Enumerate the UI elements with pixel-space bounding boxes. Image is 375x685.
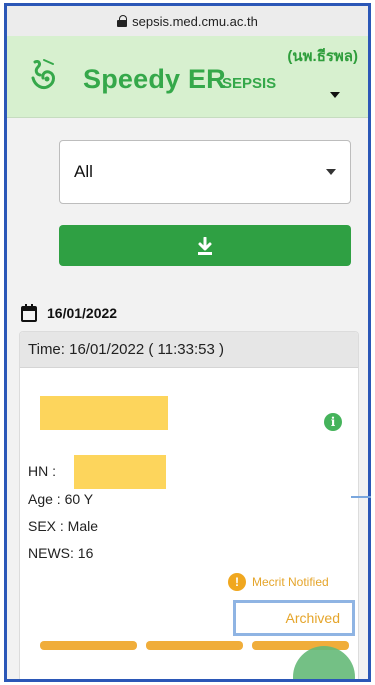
dropdown-caret-icon [326, 169, 336, 175]
archived-status-highlight[interactable]: Archived [233, 600, 355, 636]
age-field: Age : 60 Y [28, 491, 94, 507]
archived-label: Archived [285, 610, 340, 626]
redacted-patient-name [40, 396, 168, 430]
action-bar-2[interactable] [146, 641, 243, 650]
mecrit-status: ! Mecrit Notified [228, 573, 329, 591]
filter-select[interactable]: All [59, 140, 351, 204]
calendar-icon [21, 304, 37, 322]
redacted-hn-value [74, 455, 166, 489]
brand-subtitle: SEPSIS [222, 75, 277, 92]
sex-field: SEX : Male [28, 518, 99, 534]
warning-icon: ! [228, 573, 246, 591]
app-header: (นพ.ธีรพล) Speedy ER SEPSIS [7, 36, 368, 118]
news-field: NEWS: 16 [28, 545, 94, 561]
patient-card[interactable]: Time: 16/01/2022 ( 11:33:53 ) i HN : Age… [19, 331, 359, 679]
card-time: Time: 16/01/2022 ( 11:33:53 ) [28, 341, 224, 358]
highlight-pointer-line [351, 496, 371, 498]
download-button[interactable] [59, 225, 351, 266]
url-text: sepsis.med.cmu.ac.th [132, 13, 258, 29]
group-date: 16/01/2022 [47, 305, 118, 321]
date-group-header: 16/01/2022 [21, 304, 117, 322]
mecrit-label: Mecrit Notified [252, 575, 329, 589]
filter-selected-value: All [74, 162, 93, 181]
hn-label: HN : [28, 463, 56, 479]
user-name[interactable]: (นพ.ธีรพล) [287, 44, 358, 68]
info-icon[interactable]: i [324, 413, 342, 431]
menu-caret-icon[interactable] [330, 92, 340, 98]
action-bar-1[interactable] [40, 641, 137, 650]
main-content: All 16/01/2022 Time: 16/01/2022 ( 11:33:… [7, 118, 368, 679]
brand-title: Speedy ER [83, 64, 226, 94]
download-icon [198, 236, 212, 255]
card-header: Time: 16/01/2022 ( 11:33:53 ) [20, 332, 358, 368]
browser-url-bar[interactable]: sepsis.med.cmu.ac.th [7, 6, 368, 36]
phone-frame: sepsis.med.cmu.ac.th (นพ.ธีรพล) Speedy E… [4, 3, 371, 682]
lock-icon [117, 15, 128, 27]
app-logo-icon [29, 58, 59, 92]
